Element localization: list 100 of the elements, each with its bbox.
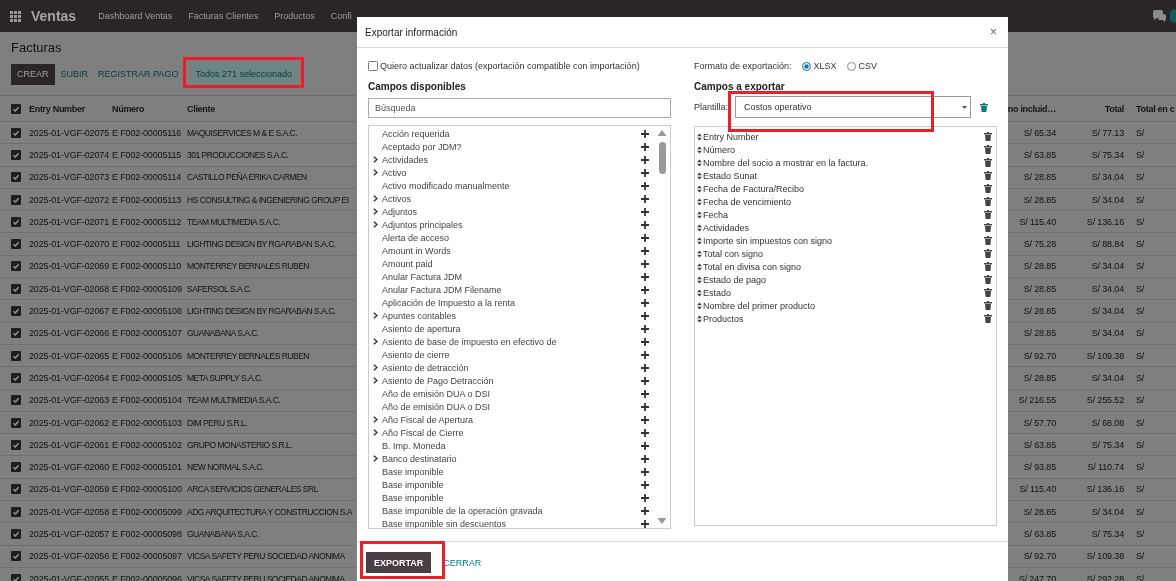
plus-icon[interactable] [641,207,649,216]
plus-icon[interactable] [641,363,649,372]
checkbox[interactable] [11,283,21,294]
close-link[interactable]: CERRAR [443,557,482,568]
create-button[interactable]: CREAR [11,64,55,85]
checkbox[interactable] [11,506,21,517]
chevron-icon[interactable] [373,455,378,462]
export-field-item[interactable]: Productos [695,312,996,325]
field-item[interactable]: Asiento de base de impuesto en efectivo de [369,335,656,348]
field-item[interactable]: Año Fiscal de Cierre [369,426,656,439]
export-field-item[interactable]: Actividades [695,221,996,234]
radio-option[interactable]: XLSX [801,61,837,71]
export-field-item[interactable]: Fecha de vencimiento [695,195,996,208]
sort-handle-icon[interactable] [697,223,702,232]
field-item[interactable]: Base imponible [369,465,656,478]
trash-icon[interactable] [984,275,992,284]
template-dropdown[interactable]: Costos operativo [735,96,972,118]
field-item[interactable]: Actividades [369,153,656,166]
checkbox[interactable] [11,372,21,383]
checkbox[interactable] [11,417,21,428]
field-item[interactable]: Base imponible [369,478,656,491]
field-item[interactable]: Alerta de acceso [369,231,656,244]
export-field-item[interactable]: Número [695,143,996,156]
checkbox[interactable] [11,149,21,160]
sort-handle-icon[interactable] [697,158,702,167]
plus-icon[interactable] [641,493,649,502]
field-item[interactable]: Base imponible de la operación gravada [369,504,656,517]
plus-icon[interactable] [641,298,649,307]
trash-icon[interactable] [984,314,992,323]
checkbox[interactable] [11,103,21,114]
plus-icon[interactable] [641,311,649,320]
checkbox[interactable] [11,462,21,473]
export-field-item[interactable]: Importe sin impuestos con signo [695,234,996,247]
trash-icon[interactable] [984,210,992,219]
trash-icon[interactable] [984,288,992,297]
field-item[interactable]: Anular Factura JDM [369,270,656,283]
plus-icon[interactable] [641,272,649,281]
checkbox[interactable] [11,239,21,250]
trash-icon[interactable] [984,145,992,154]
sort-handle-icon[interactable] [697,184,702,193]
plus-icon[interactable] [641,168,649,177]
checkbox[interactable] [11,484,21,495]
checkbox[interactable] [11,328,21,339]
plus-icon[interactable] [641,441,649,450]
field-item[interactable]: Año de emisión DUA o DSI [369,387,656,400]
field-item[interactable]: Base imponible sin descuentos [369,517,656,528]
column-header[interactable]: Total en c [1136,103,1175,114]
plus-icon[interactable] [641,350,649,359]
sort-handle-icon[interactable] [697,275,702,284]
checkbox[interactable] [11,216,21,227]
export-field-item[interactable]: Fecha [695,208,996,221]
field-item[interactable]: Activos [369,192,656,205]
trash-icon[interactable] [984,236,992,245]
sort-handle-icon[interactable] [697,262,702,271]
field-item[interactable]: Activo modificado manualmente [369,179,656,192]
menu-item[interactable]: Dashboard Ventas [98,11,173,21]
sort-handle-icon[interactable] [697,301,702,310]
export-field-item[interactable]: Estado de pago [695,273,996,286]
plus-icon[interactable] [641,246,649,255]
checkbox[interactable] [11,194,21,205]
plus-icon[interactable] [641,285,649,294]
plus-icon[interactable] [641,402,649,411]
export-field-item[interactable]: Fecha de Factura/Recibo [695,182,996,195]
column-header[interactable]: Número [112,103,145,114]
chat-icon[interactable] [1152,10,1166,22]
plus-icon[interactable] [641,142,649,151]
column-header[interactable]: Total [1104,103,1124,114]
field-item[interactable]: Anular Factura JDM Filename [369,283,656,296]
trash-icon[interactable] [984,301,992,310]
close-button[interactable]: × [988,25,999,39]
trash-icon[interactable] [984,132,992,141]
plus-icon[interactable] [641,376,649,385]
field-item[interactable]: Aplicación de Impuesto a la renta [369,296,656,309]
plus-icon[interactable] [641,194,649,203]
sort-handle-icon[interactable] [697,249,702,258]
plus-icon[interactable] [641,415,649,424]
plus-icon[interactable] [641,337,649,346]
field-item[interactable]: Adjuntos [369,205,656,218]
field-item[interactable]: Asiento de Pago Detracción [369,374,656,387]
plus-icon[interactable] [641,389,649,398]
column-header[interactable]: Cliente [187,103,215,114]
checkbox[interactable] [11,306,21,316]
checkbox[interactable] [11,261,21,272]
checkbox[interactable] [368,61,378,71]
trash-icon[interactable] [984,249,992,258]
search-field[interactable]: Búsqueda [368,98,671,118]
field-item[interactable]: B. Imp. Moneda [369,439,656,452]
plus-icon[interactable] [641,155,649,164]
sort-handle-icon[interactable] [697,314,702,323]
checkbox[interactable] [11,439,21,450]
sort-handle-icon[interactable] [697,197,702,206]
trash-icon[interactable] [984,223,992,232]
radio-option[interactable]: CSV [846,61,878,71]
column-header[interactable]: Entry Number [29,103,85,114]
field-item[interactable]: Año de emisión DUA o DSI [369,400,656,413]
chevron-icon[interactable] [373,338,378,345]
checkbox[interactable] [11,551,21,562]
plus-icon[interactable] [641,181,649,190]
menu-item[interactable]: Confi [330,11,352,21]
plus-icon[interactable] [641,480,649,489]
